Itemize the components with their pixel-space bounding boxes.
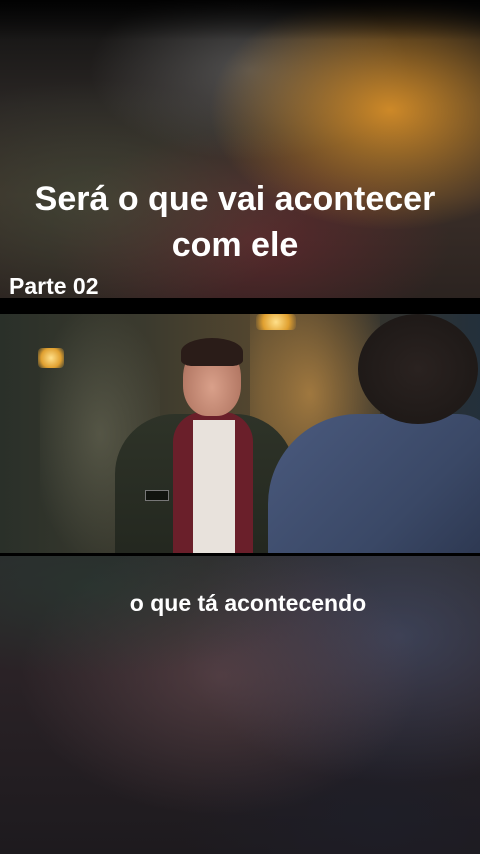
white-shirt — [193, 420, 235, 553]
video-scene-young-man — [95, 334, 295, 553]
jacket-patch — [145, 490, 169, 501]
hair — [181, 338, 243, 366]
video-scene-lamp — [38, 348, 64, 368]
letterbox-top — [0, 298, 480, 314]
video-scene-man-back — [268, 314, 480, 553]
video-caption: o que tá acontecendo — [129, 590, 367, 616]
overlay-title: Será o que vai acontecer com ele — [34, 180, 436, 264]
head-back — [358, 314, 478, 424]
video-player[interactable] — [0, 314, 480, 553]
blue-shirt — [268, 414, 480, 553]
letterbox-bottom — [0, 553, 480, 556]
video-post-screen: Será o que vai acontecer com ele Parte 0… — [0, 0, 480, 854]
part-label: Parte 02 — [9, 273, 99, 299]
